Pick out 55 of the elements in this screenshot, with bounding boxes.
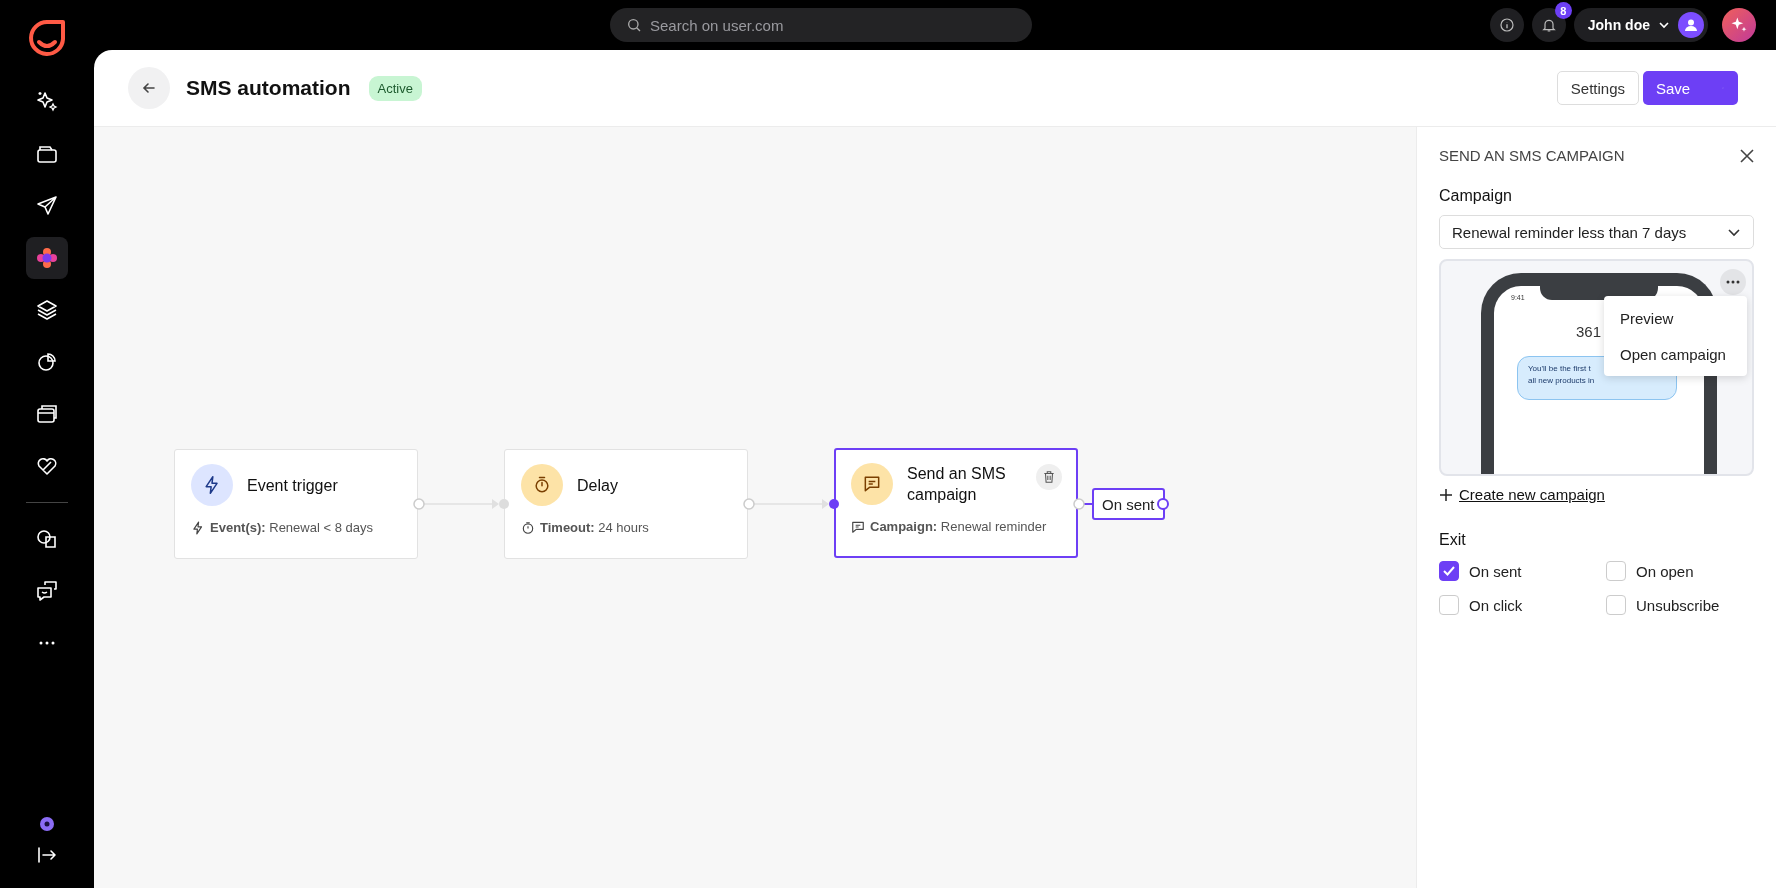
stopwatch-icon <box>521 520 535 535</box>
lightning-icon <box>191 464 233 506</box>
checkbox[interactable] <box>1439 561 1459 581</box>
workflow-node[interactable]: Event trigger Event(s): Renewal < 8 days <box>174 449 418 559</box>
close-icon <box>1740 148 1754 163</box>
node-detail: Timeout: 24 hours <box>540 520 649 535</box>
search-field[interactable]: Search on user.com <box>610 8 1032 42</box>
sparkle-button[interactable] <box>1722 8 1756 42</box>
node-detail: Event(s): Renewal < 8 days <box>210 520 373 535</box>
user-menu[interactable]: John doe <box>1573 8 1708 42</box>
more-icon <box>1726 280 1740 284</box>
node-title: Delay <box>577 475 619 496</box>
panel-title: SEND AN SMS CAMPAIGN <box>1439 147 1625 164</box>
info-button[interactable] <box>1489 8 1524 42</box>
output-label[interactable]: On sent <box>1092 488 1165 520</box>
create-campaign-link[interactable]: Create new campaign <box>1439 486 1605 503</box>
campaign-dropdown[interactable]: Renewal reminder less than 7 days <box>1439 215 1754 249</box>
save-button[interactable]: Save <box>1643 71 1738 105</box>
menu-item[interactable]: Preview <box>1604 300 1747 336</box>
page-title: SMS automation <box>186 76 351 100</box>
lightning-icon <box>191 520 205 535</box>
arrow-left-icon <box>142 81 156 95</box>
field-label: Campaign <box>1439 187 1513 205</box>
avatar-icon <box>1678 12 1704 38</box>
info-icon <box>1498 17 1515 33</box>
output-port[interactable] <box>1156 497 1170 511</box>
settings-button[interactable]: Settings <box>1556 71 1639 105</box>
node-detail: Campaign: Renewal reminder <box>870 519 1047 534</box>
node-title: Event trigger <box>247 475 339 496</box>
exit-checkbox[interactable]: Unsubscribe <box>1606 595 1754 615</box>
input-port[interactable] <box>828 497 840 511</box>
exit-checkbox[interactable]: On click <box>1439 595 1606 615</box>
message-icon <box>851 463 893 505</box>
sender-number: 361 <box>1576 323 1602 340</box>
flower-icon[interactable] <box>26 237 68 279</box>
search-icon <box>626 17 642 33</box>
status-badge: Active <box>368 75 422 101</box>
plus-icon <box>1439 487 1453 502</box>
bell-icon <box>1540 17 1557 33</box>
workflow-node[interactable]: Send an SMS campaign Campaign: Renewal reminder <box>834 448 1078 558</box>
exit-checkbox[interactable]: On open <box>1606 561 1754 581</box>
status-dot-icon[interactable] <box>39 816 55 832</box>
input-port[interactable] <box>498 497 510 511</box>
close-button[interactable] <box>1740 148 1754 163</box>
stopwatch-icon <box>521 464 563 506</box>
trash-icon[interactable] <box>1036 464 1062 490</box>
node-title: Send an SMS campaign <box>907 464 1007 505</box>
back-button[interactable] <box>128 67 170 109</box>
workflow-node[interactable]: Delay Timeout: 24 hours <box>504 449 748 559</box>
notifications-button[interactable] <box>1531 8 1566 42</box>
exit-checkbox[interactable]: On sent <box>1439 561 1606 581</box>
check-icon <box>1442 564 1456 578</box>
section-label: Exit <box>1439 531 1467 549</box>
message-icon <box>851 519 865 534</box>
logout-icon[interactable] <box>37 846 57 864</box>
